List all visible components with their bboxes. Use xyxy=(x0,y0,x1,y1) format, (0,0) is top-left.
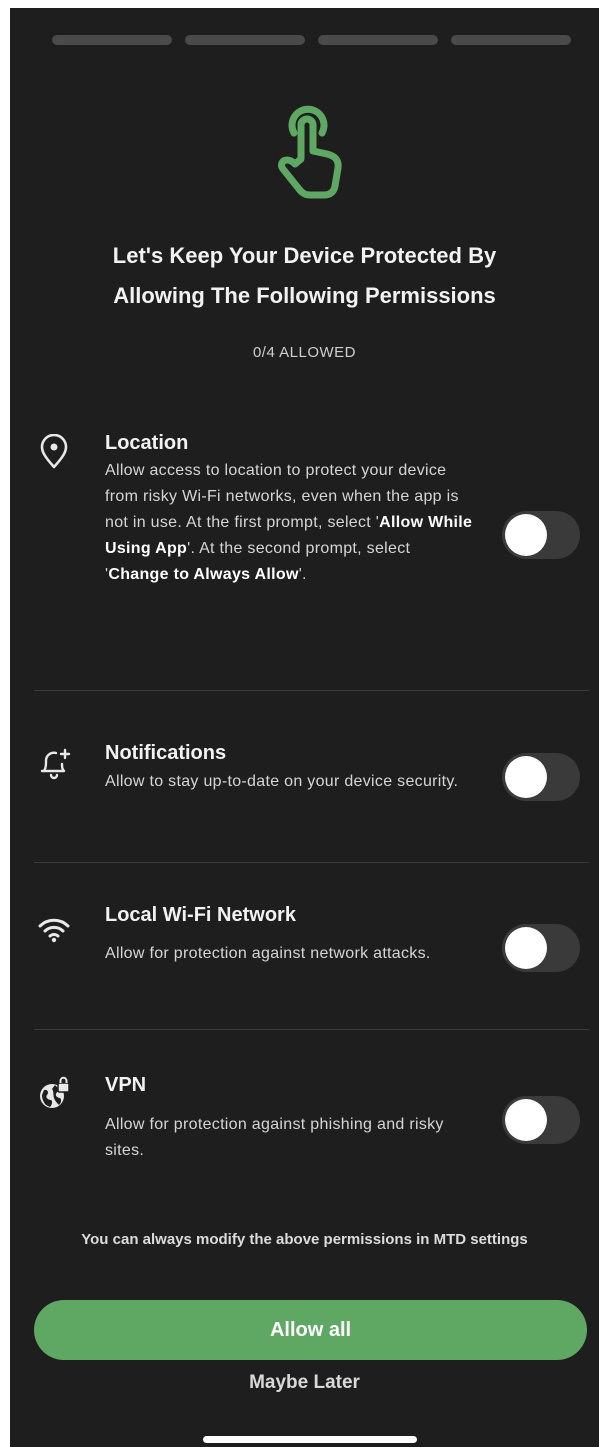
permission-name: VPN xyxy=(105,1074,147,1096)
permission-name: Notifications xyxy=(105,742,227,764)
local-wifi-toggle[interactable] xyxy=(502,924,580,972)
location-pin-icon xyxy=(40,434,68,469)
location-toggle[interactable] xyxy=(502,511,580,559)
toggle-knob xyxy=(505,927,547,969)
home-indicator xyxy=(203,1436,417,1443)
toggle-knob xyxy=(505,514,547,556)
permission-description: Allow for protection against network att… xyxy=(105,945,431,962)
desc-text: '. xyxy=(298,566,307,583)
wifi-icon xyxy=(38,918,70,943)
title-line-1: Let's Keep Your Device Protected By xyxy=(112,243,497,268)
divider xyxy=(34,1029,589,1030)
hand-pointer-icon xyxy=(278,105,342,199)
globe-lock-icon xyxy=(40,1076,70,1108)
progress-step xyxy=(318,35,438,45)
permission-description: Allow for protection against phishing an… xyxy=(105,1116,444,1159)
permissions-screen: Let's Keep Your Device Protected By Allo… xyxy=(10,8,599,1447)
divider xyxy=(34,862,589,863)
toggle-knob xyxy=(505,1099,547,1141)
notifications-toggle[interactable] xyxy=(502,753,580,801)
permission-description: Allow access to location to protect your… xyxy=(105,458,475,588)
permission-description: Allow to stay up-to-date on your device … xyxy=(105,773,459,790)
progress-step xyxy=(451,35,571,45)
settings-footnote: You can always modify the above permissi… xyxy=(81,1231,528,1248)
page-title: Let's Keep Your Device Protected By Allo… xyxy=(30,236,579,316)
progress-step xyxy=(185,35,305,45)
desc-emphasis: Change to Always Allow xyxy=(108,566,299,583)
permission-name: Location xyxy=(105,432,189,454)
allowed-count: 0/4 ALLOWED xyxy=(252,344,357,361)
permission-name: Local Wi-Fi Network xyxy=(105,904,296,926)
progress-step xyxy=(52,35,172,45)
divider xyxy=(34,690,589,691)
vpn-toggle[interactable] xyxy=(502,1096,580,1144)
progress-indicator xyxy=(52,35,571,45)
maybe-later-link[interactable]: Maybe Later xyxy=(10,1372,599,1394)
bell-plus-icon xyxy=(40,748,71,780)
title-line-2: Allowing The Following Permissions xyxy=(113,283,496,308)
toggle-knob xyxy=(505,756,547,798)
allow-all-button[interactable]: Allow all xyxy=(34,1300,587,1360)
